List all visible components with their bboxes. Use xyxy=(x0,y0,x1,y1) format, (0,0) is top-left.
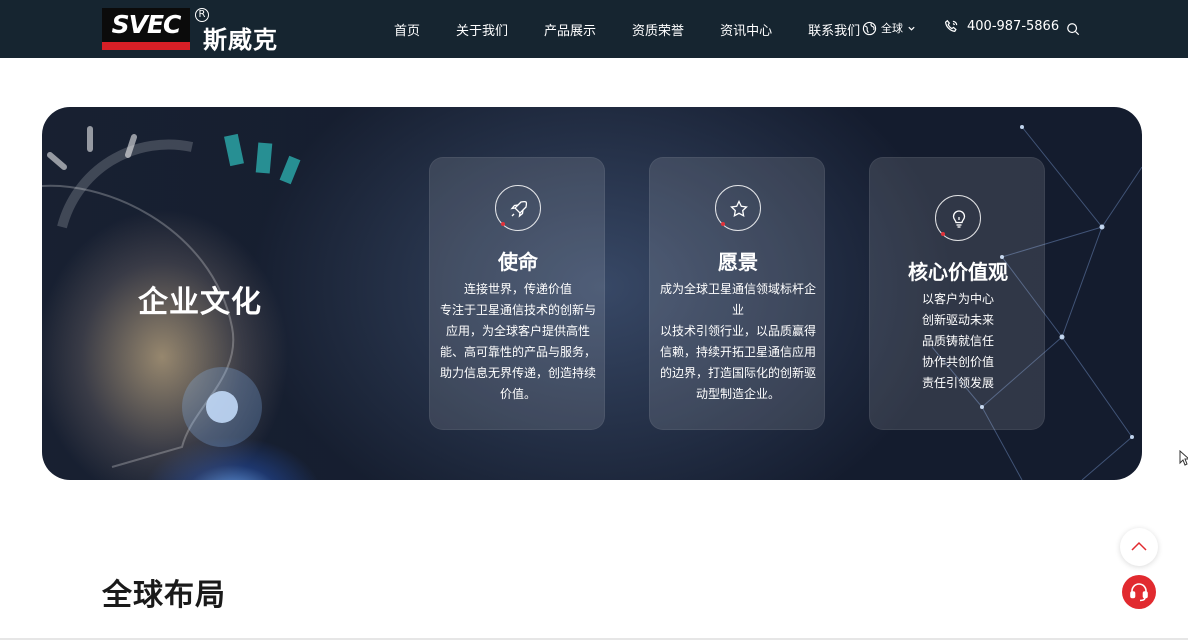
values-line-4: 协作共创价值 xyxy=(921,355,994,369)
chevron-down-icon xyxy=(908,26,915,31)
nav-item-honors[interactable]: 资质荣誉 xyxy=(632,20,684,39)
logo-red-bar xyxy=(102,42,190,50)
values-title: 核心价值观 xyxy=(908,260,1008,284)
logo-mark: SVEC xyxy=(102,8,190,50)
culture-banner: 企业文化 使命 连接世界，传递价值 专注于卫星通信技术的创新与应用，为全球客户提… xyxy=(42,107,1142,480)
mission-card: 使命 连接世界，传递价值 专注于卫星通信技术的创新与应用，为全球客户提供高性能、… xyxy=(429,157,605,430)
search-icon xyxy=(1067,23,1080,36)
values-text: 以客户为中心 创新驱动未来 品质铸就信任 协作共创价值 责任引领发展 xyxy=(880,289,1036,394)
vision-title: 愿景 xyxy=(718,250,758,274)
values-card: 核心价值观 以客户为中心 创新驱动未来 品质铸就信任 协作共创价值 责任引领发展 xyxy=(869,157,1045,430)
lightbulb-icon xyxy=(952,210,966,228)
vision-text: 成为全球卫星通信领域标杆企业 以技术引领行业，以品质赢得信赖，持续开拓卫星通信应… xyxy=(660,279,816,405)
mission-title: 使命 xyxy=(498,250,538,274)
mission-line-1: 连接世界，传递价值 xyxy=(463,282,572,296)
chevron-up-icon xyxy=(1131,541,1147,551)
values-line-2: 创新驱动未来 xyxy=(921,313,994,327)
mission-text: 连接世界，传递价值 专注于卫星通信技术的创新与应用，为全球客户提供高性能、高可靠… xyxy=(440,279,596,405)
globe-icon xyxy=(862,21,877,35)
accent-dot xyxy=(501,222,505,226)
values-line-1: 以客户为中心 xyxy=(921,292,994,306)
mouse-cursor-icon xyxy=(1179,450,1188,466)
logo-text: SVEC xyxy=(102,8,190,42)
vision-line-2: 以技术引领行业，以品质赢得信赖，持续开拓卫星通信应用的边界，打造国际化的创新驱动… xyxy=(660,324,817,401)
nav-item-contact[interactable]: 联系我们 xyxy=(808,20,860,39)
vision-line-1: 成为全球卫星通信领域标杆企业 xyxy=(660,282,817,317)
accent-dot xyxy=(941,232,945,236)
search-button[interactable] xyxy=(1066,21,1082,37)
culture-title: 企业文化 xyxy=(138,285,262,320)
rocket-icon xyxy=(510,200,528,218)
vision-icon-circle xyxy=(715,185,761,231)
phone-number: 400-987-5866 xyxy=(967,19,1060,34)
values-line-5: 责任引领发展 xyxy=(921,376,994,390)
site-header: SVEC R 斯威克 首页 关于我们 产品展示 资质荣誉 资讯中心 联系我们 全… xyxy=(0,0,1188,58)
accent-dot xyxy=(721,222,725,226)
nav-item-home[interactable]: 首页 xyxy=(394,20,420,39)
nav-item-about[interactable]: 关于我们 xyxy=(456,20,508,39)
nav-item-news[interactable]: 资讯中心 xyxy=(720,20,772,39)
brand-name: 斯威克 xyxy=(203,26,278,54)
region-label: 全球 xyxy=(881,22,903,35)
headset-icon xyxy=(1130,583,1148,602)
mission-icon-circle xyxy=(495,185,541,231)
star-icon xyxy=(730,199,748,218)
phone-icon xyxy=(944,19,958,33)
nav-item-products[interactable]: 产品展示 xyxy=(544,20,596,39)
brand-logo[interactable]: SVEC R 斯威克 xyxy=(102,8,277,54)
hotline[interactable]: 400-987-5866 xyxy=(944,19,1059,34)
values-line-3: 品质铸就信任 xyxy=(921,334,994,348)
mission-line-2: 专注于卫星通信技术的创新与应用，为全球客户提供高性能、高可靠性的产品与服务，助力… xyxy=(440,303,597,401)
back-to-top-button[interactable] xyxy=(1120,528,1158,566)
main-nav: 首页 关于我们 产品展示 资质荣誉 资讯中心 联系我们 xyxy=(380,0,896,58)
region-selector[interactable]: 全球 xyxy=(862,20,920,36)
values-icon-circle xyxy=(935,195,981,241)
customer-service-button[interactable] xyxy=(1122,575,1156,609)
global-layout-title: 全球布局 xyxy=(102,578,226,613)
vision-card: 愿景 成为全球卫星通信领域标杆企业 以技术引领行业，以品质赢得信赖，持续开拓卫星… xyxy=(649,157,825,430)
